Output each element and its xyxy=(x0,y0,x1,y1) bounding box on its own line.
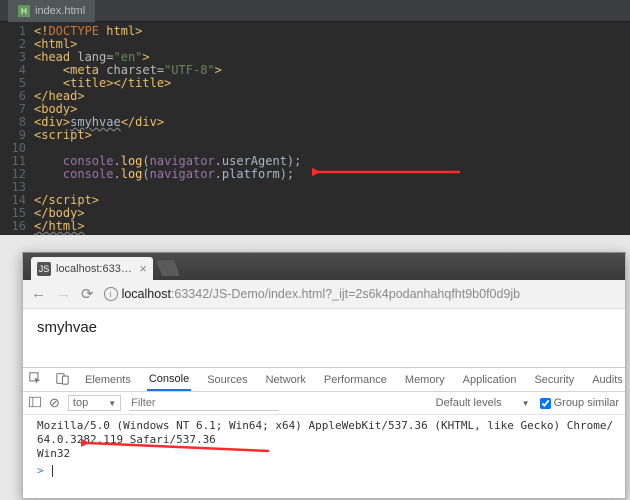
devtools-tab-application[interactable]: Application xyxy=(461,370,519,390)
browser-tabstrip: JS localhost:63342/JS-De × xyxy=(23,253,625,280)
page-content: smyhvae xyxy=(23,309,625,367)
group-similar-toggle[interactable]: Group similar xyxy=(540,397,619,409)
site-info-icon[interactable]: i xyxy=(104,287,118,301)
reload-icon[interactable]: ⟳ xyxy=(81,285,94,303)
inspect-icon[interactable] xyxy=(29,372,42,388)
editor-tab-indexhtml[interactable]: H index.html xyxy=(8,0,95,22)
console-toolbar: ⊘ top▼ Default levels▼ Group similar xyxy=(23,392,625,415)
devtools-tab-console[interactable]: Console xyxy=(147,369,191,391)
url-field[interactable]: i localhost:63342/JS-Demo/index.html?_ij… xyxy=(104,287,617,301)
console-log-line: Win32 xyxy=(37,447,617,461)
new-tab-button[interactable] xyxy=(156,260,180,276)
favicon-icon: JS xyxy=(37,262,51,276)
code-editor: H index.html 12345678910111213141516 <!D… xyxy=(0,0,630,235)
code-content[interactable]: <!DOCTYPE html> <html> <head lang="en"> … xyxy=(34,25,630,233)
devtools-tab-sources[interactable]: Sources xyxy=(205,370,249,390)
console-output[interactable]: Mozilla/5.0 (Windows NT 6.1; Win64; x64)… xyxy=(23,415,625,482)
log-levels-selector[interactable]: Default levels▼ xyxy=(432,396,534,410)
devtools-tab-network[interactable]: Network xyxy=(264,370,308,390)
group-similar-checkbox[interactable] xyxy=(540,398,551,409)
devtools-tab-security[interactable]: Security xyxy=(532,370,576,390)
context-selector[interactable]: top▼ xyxy=(68,395,121,411)
div-text: smyhvae xyxy=(70,115,121,129)
back-icon[interactable]: ← xyxy=(31,285,46,303)
svg-text:H: H xyxy=(21,7,27,16)
clear-console-icon[interactable]: ⊘ xyxy=(49,395,60,411)
devtools-panel: Elements Console Sources Network Perform… xyxy=(23,367,625,482)
console-sidebar-toggle-icon[interactable] xyxy=(29,396,41,411)
close-tab-icon[interactable]: × xyxy=(139,261,147,276)
code-area[interactable]: 12345678910111213141516 <!DOCTYPE html> … xyxy=(0,22,630,233)
devtools-tab-elements[interactable]: Elements xyxy=(83,370,133,390)
browser-tab-title: localhost:63342/JS-De xyxy=(56,263,134,275)
page-text: smyhvae xyxy=(37,319,97,336)
editor-tab-label: index.html xyxy=(35,5,85,17)
devtools-tabs: Elements Console Sources Network Perform… xyxy=(23,368,625,392)
device-toggle-icon[interactable] xyxy=(56,372,69,388)
devtools-tab-audits[interactable]: Audits xyxy=(590,370,625,390)
devtools-tab-performance[interactable]: Performance xyxy=(322,370,389,390)
html-file-icon: H xyxy=(18,5,30,17)
console-prompt[interactable]: > xyxy=(37,464,617,478)
browser-tab[interactable]: JS localhost:63342/JS-De × xyxy=(31,257,153,280)
forward-icon[interactable]: → xyxy=(56,285,71,303)
browser-window: JS localhost:63342/JS-De × ← → ⟳ i local… xyxy=(22,252,626,499)
line-gutter: 12345678910111213141516 xyxy=(0,25,34,233)
console-log-line: Mozilla/5.0 (Windows NT 6.1; Win64; x64)… xyxy=(37,419,617,447)
address-bar: ← → ⟳ i localhost:63342/JS-Demo/index.ht… xyxy=(23,280,625,309)
console-filter-input[interactable] xyxy=(129,396,279,411)
editor-tab-bar: H index.html xyxy=(0,0,630,22)
devtools-tab-memory[interactable]: Memory xyxy=(403,370,447,390)
